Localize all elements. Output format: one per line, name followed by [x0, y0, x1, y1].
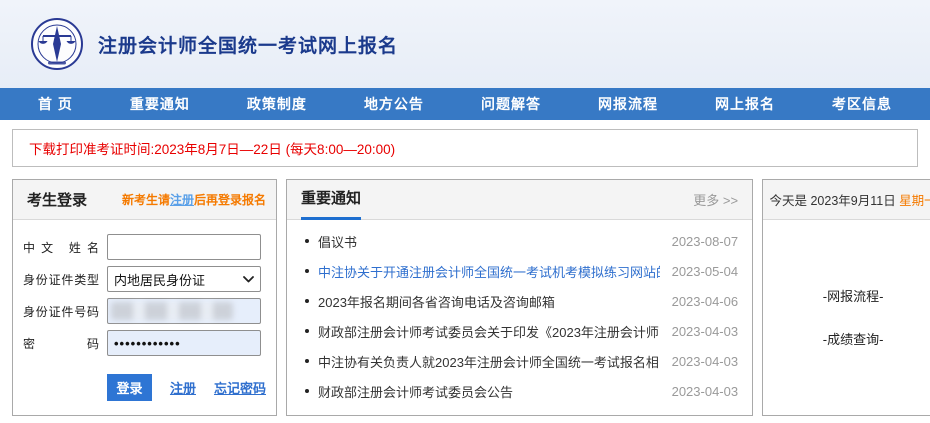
login-panel-header: 考生登录 新考生请注册后再登录报名: [13, 180, 276, 220]
notice-list-item[interactable]: 2023年报名期间各省咨询电话及咨询邮箱 2023-04-06: [287, 286, 752, 316]
today-date: 今天是 2023年9月11日 星期一: [769, 190, 930, 209]
password-label: 密 码: [23, 335, 107, 352]
notices-panel-header: 重要通知 更多 >>: [287, 180, 752, 220]
bullet-icon: [305, 389, 309, 393]
register-inline-link[interactable]: 注册: [170, 193, 194, 207]
hint-prefix: 新考生请: [122, 193, 170, 207]
notice-title[interactable]: 倡议书: [318, 232, 660, 251]
notice-date: 2023-04-03: [672, 324, 739, 339]
tab-important-notices[interactable]: 重要通知: [301, 180, 361, 220]
site-header: 注册会计师全国统一考试网上报名: [0, 0, 930, 88]
nav-item-local-announcements[interactable]: 地方公告: [364, 94, 424, 114]
notice-date: 2023-05-04: [672, 264, 739, 279]
notice-title[interactable]: 财政部注册会计师考试委员会公告: [318, 382, 660, 401]
nav-item-online-registration[interactable]: 网上报名: [715, 94, 775, 114]
password-input[interactable]: [107, 330, 261, 356]
notice-list-item[interactable]: 中注协有关负责人就2023年注册会计师全国统一考试报名相... 2023-04-…: [287, 346, 752, 376]
notice-title[interactable]: 中注协关于开通注册会计师全国统一考试机考模拟练习网站的公...: [318, 262, 660, 281]
login-panel: 考生登录 新考生请注册后再登录报名 中文 姓名 身份证件类型 内地居民身份证: [12, 179, 277, 416]
login-actions: 登录 注册 忘记密码: [107, 374, 266, 401]
new-candidate-hint: 新考生请注册后再登录报名: [122, 191, 266, 208]
registration-process-link[interactable]: -网报流程-: [823, 286, 884, 305]
chevron-down-icon: [243, 276, 254, 283]
name-label: 中文 姓名: [23, 239, 107, 256]
id-type-selected-value: 内地居民身份证: [114, 270, 205, 289]
chinese-name-input[interactable]: [107, 234, 261, 260]
id-number-label: 身份证件号码: [23, 303, 107, 320]
id-type-row: 身份证件类型 内地居民身份证: [23, 266, 266, 292]
nav-item-faq[interactable]: 问题解答: [481, 94, 541, 114]
today-date-text: 今天是 2023年9月11日: [769, 194, 899, 208]
notice-list: 倡议书 2023-08-07 中注协关于开通注册会计师全国统一考试机考模拟练习网…: [287, 220, 752, 415]
notice-title[interactable]: 财政部注册会计师考试委员会关于印发《2023年注册会计师...: [318, 322, 660, 341]
name-row: 中文 姓名: [23, 234, 266, 260]
id-number-input[interactable]: [107, 298, 261, 324]
main-content: 考生登录 新考生请注册后再登录报名 中文 姓名 身份证件类型 内地居民身份证: [12, 179, 918, 416]
more-link[interactable]: 更多 >>: [693, 190, 738, 209]
login-button[interactable]: 登录: [107, 374, 152, 401]
notice-date: 2023-04-06: [672, 294, 739, 309]
password-row: 密 码: [23, 330, 266, 356]
nav-item-registration-process[interactable]: 网报流程: [598, 94, 658, 114]
notice-title[interactable]: 中注协有关负责人就2023年注册会计师全国统一考试报名相...: [318, 352, 660, 371]
notice-date: 2023-04-03: [672, 384, 739, 399]
info-panel: 今天是 2023年9月11日 星期一 -网报流程- -成绩查询-: [762, 179, 930, 416]
notice-title[interactable]: 2023年报名期间各省咨询电话及咨询邮箱: [318, 292, 660, 311]
login-title: 考生登录: [27, 189, 87, 210]
notice-list-item[interactable]: 财政部注册会计师考试委员会公告 2023-04-03: [287, 376, 752, 406]
page: 注册会计师全国统一考试网上报名 首 页 重要通知 政策制度 地方公告 问题解答 …: [0, 0, 930, 423]
bullet-icon: [305, 329, 309, 333]
id-type-select[interactable]: 内地居民身份证: [107, 266, 261, 292]
register-link[interactable]: 注册: [170, 378, 196, 397]
nav-item-exam-area-info[interactable]: 考区信息: [832, 94, 892, 114]
notice-date: 2023-04-03: [672, 354, 739, 369]
info-panel-header: 今天是 2023年9月11日 星期一: [763, 180, 930, 220]
quick-links: -网报流程- -成绩查询-: [763, 220, 930, 415]
bullet-icon: [305, 239, 309, 243]
nav-item-important-notices[interactable]: 重要通知: [130, 94, 190, 114]
main-nav: 首 页 重要通知 政策制度 地方公告 问题解答 网报流程 网上报名 考区信息: [0, 88, 930, 120]
nav-item-home[interactable]: 首 页: [38, 94, 73, 114]
weekday-text: 星期一: [899, 194, 930, 208]
login-form: 中文 姓名 身份证件类型 内地居民身份证: [13, 220, 276, 415]
bullet-icon: [305, 299, 309, 303]
cpa-institute-logo-icon: [30, 17, 84, 71]
notice-list-item[interactable]: 中注协关于开通注册会计师全国统一考试机考模拟练习网站的公... 2023-05-…: [287, 256, 752, 286]
bullet-icon: [305, 359, 309, 363]
id-type-label: 身份证件类型: [23, 271, 107, 288]
forgot-password-link[interactable]: 忘记密码: [214, 378, 266, 397]
admission-ticket-notice-bar: 下载打印准考证时间:2023年8月7日—22日 (每天8:00—20:00): [12, 129, 918, 167]
bullet-icon: [305, 269, 309, 273]
important-notices-panel: 重要通知 更多 >> 倡议书 2023-08-07 中注协关于开通注册会计师全国…: [286, 179, 753, 416]
score-inquiry-link[interactable]: -成绩查询-: [823, 329, 884, 348]
admission-ticket-notice-text: 下载打印准考证时间:2023年8月7日—22日 (每天8:00—20:00): [29, 138, 395, 158]
notice-list-item[interactable]: 倡议书 2023-08-07: [287, 226, 752, 256]
page-title: 注册会计师全国统一考试网上报名: [98, 31, 398, 58]
id-number-row: 身份证件号码: [23, 298, 266, 324]
hint-suffix: 后再登录报名: [194, 193, 266, 207]
nav-item-policies[interactable]: 政策制度: [247, 94, 307, 114]
notice-list-item[interactable]: 财政部注册会计师考试委员会关于印发《2023年注册会计师... 2023-04-…: [287, 316, 752, 346]
notice-date: 2023-08-07: [672, 234, 739, 249]
